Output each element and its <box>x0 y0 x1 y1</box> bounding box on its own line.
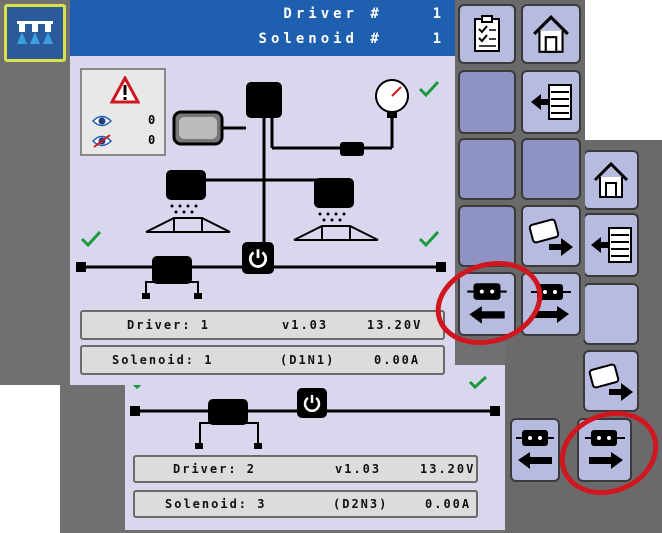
driver-label: Driver: 1 <box>127 318 211 332</box>
checklist-icon <box>474 15 500 52</box>
check-right-icon <box>418 230 440 248</box>
previous-driver-icon <box>516 430 554 469</box>
driver-info-bar: Driver: 1 v1.03 13.20V <box>80 310 445 340</box>
header-driver-num: 1 <box>432 6 445 22</box>
header-solenoid-line: Solenoid # 1 <box>259 31 445 47</box>
list-back-button[interactable] <box>521 70 581 134</box>
sprayer-next-icon <box>588 363 633 401</box>
empty-tile-3 <box>521 138 581 200</box>
back-previous-driver-button[interactable] <box>510 418 560 482</box>
back-solenoid-label: Solenoid: 3 <box>165 497 267 511</box>
back-driver-version: v1.03 <box>335 462 382 476</box>
header-solenoid-num: 1 <box>432 31 445 47</box>
home-icon <box>593 161 629 198</box>
header-solenoid-label: Solenoid # <box>258 31 383 47</box>
back-list-back-button[interactable] <box>583 213 639 277</box>
back-driver-label: Driver: 2 <box>173 462 257 476</box>
back-empty-tile <box>583 283 639 345</box>
driver-voltage: 13.20V <box>367 318 423 332</box>
checklist-button[interactable] <box>458 4 516 64</box>
power-button[interactable] <box>242 242 274 274</box>
header-driver-line: Driver # 1 <box>283 6 445 22</box>
home-icon <box>533 14 569 53</box>
back-solenoid-info-bar: Solenoid: 3 (D2N3) 0.00A <box>133 490 478 518</box>
back-driver-voltage: 13.20V <box>420 462 476 476</box>
header-bar: Driver # 1 Solenoid # 1 <box>70 0 455 56</box>
back-solenoid-code: (D2N3) <box>333 497 389 511</box>
solenoid-label: Solenoid: 1 <box>112 353 214 367</box>
back-driver-info-bar: Driver: 2 v1.03 13.20V <box>133 455 478 483</box>
annotation-circle-next <box>559 410 659 496</box>
check-left-icon <box>80 230 102 248</box>
back-power-icon[interactable] <box>297 388 327 418</box>
back-solenoid-current: 0.00A <box>425 497 472 511</box>
solenoid-info-bar: Solenoid: 1 (D1N1) 0.00A <box>80 345 445 375</box>
annotation-circle-previous <box>435 260 543 346</box>
header-driver-label: Driver # <box>283 6 383 22</box>
back-arrow-icon <box>531 84 572 120</box>
boom-sections-icon <box>17 21 53 44</box>
solenoid-code: (D1N1) <box>280 353 336 367</box>
back-arrow-icon <box>591 227 632 263</box>
driver-version: v1.03 <box>282 318 329 332</box>
sprayer-next-icon <box>528 218 573 256</box>
boom-sections-button[interactable] <box>4 4 66 62</box>
empty-tile-1 <box>458 70 516 134</box>
empty-tile-2 <box>458 138 516 200</box>
solenoid-current: 0.00A <box>374 353 421 367</box>
home-button[interactable] <box>521 4 581 64</box>
back-sprayer-next-button[interactable] <box>583 350 639 412</box>
power-icon <box>248 249 268 268</box>
check-gauge-icon <box>418 80 440 98</box>
back-home-button[interactable] <box>583 150 639 210</box>
